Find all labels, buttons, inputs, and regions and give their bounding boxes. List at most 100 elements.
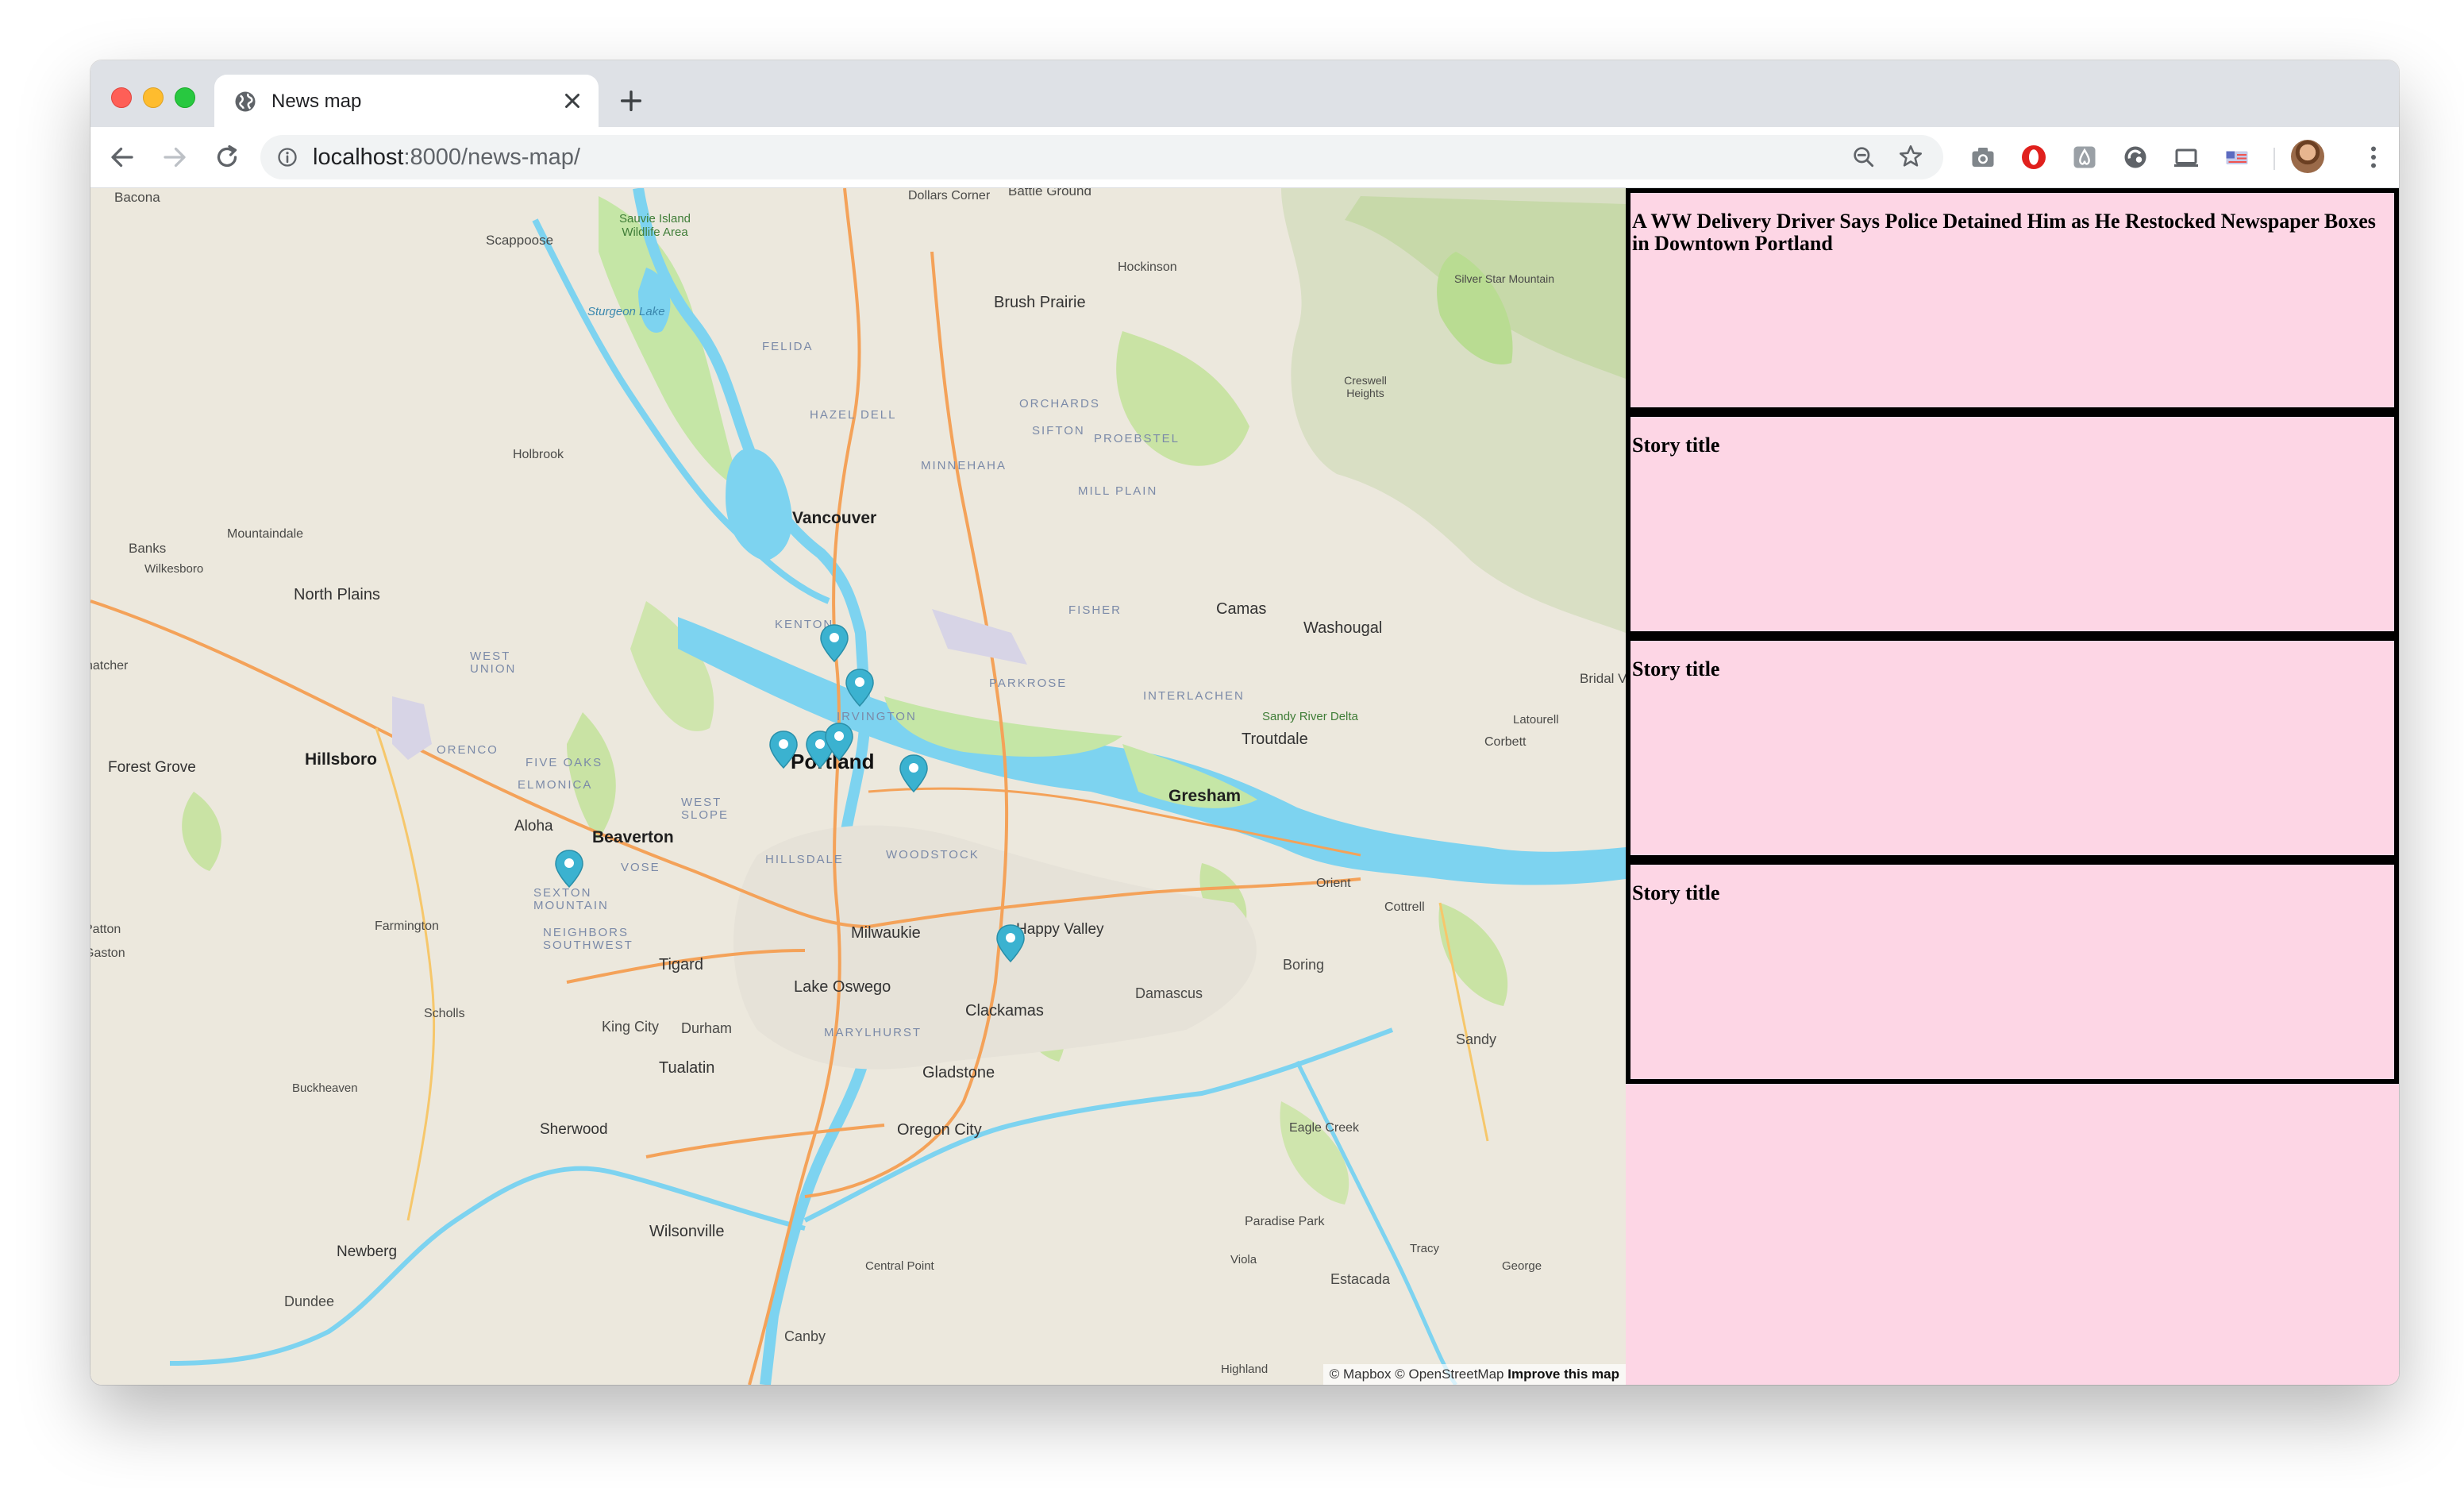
airbnb-extension-icon[interactable] (2070, 143, 2099, 172)
story-marker[interactable] (824, 722, 854, 763)
map-label-west-union: WEST UNION (470, 650, 517, 676)
map-label-sturgeon-lake: Sturgeon Lake (587, 305, 665, 318)
story-card[interactable]: Story title (1626, 412, 2399, 636)
map-label-wilsonville: Wilsonville (649, 1223, 725, 1240)
map-label-boring: Boring (1283, 957, 1325, 973)
opera-extension-icon[interactable] (2019, 143, 2048, 172)
map-label-newberg: Newberg (337, 1243, 398, 1260)
sync-extension-icon[interactable] (2121, 143, 2150, 172)
map-label-washougal: Washougal (1303, 619, 1383, 637)
map-label-troutdale: Troutdale (1242, 731, 1308, 748)
minimize-window-button[interactable] (143, 87, 164, 108)
map-label-orchards: ORCHARDS (1019, 397, 1100, 411)
reload-icon[interactable] (213, 143, 241, 172)
info-icon[interactable] (276, 146, 298, 168)
map-label-viola: Viola (1230, 1253, 1257, 1266)
back-arrow-icon[interactable] (108, 143, 137, 172)
map-label-minnehaha: MINNEHAHA (921, 459, 1007, 472)
map-label-sexton-mountain: SEXTON MOUNTAIN (533, 886, 609, 912)
map-label-bridal-veil: Bridal V (1580, 671, 1626, 686)
zoom-out-icon[interactable] (1851, 145, 1877, 170)
map-label-durham: Durham (681, 1020, 733, 1036)
map-label-scholls: Scholls (424, 1007, 465, 1020)
tab-news-map[interactable]: News map (214, 75, 599, 127)
close-window-button[interactable] (111, 87, 132, 108)
map-label-thatcher: hatcher (90, 659, 129, 673)
globe-icon (235, 91, 256, 112)
bookmark-star-icon[interactable] (1897, 143, 1924, 170)
mapbox-credit-link[interactable]: © Mapbox (1330, 1367, 1392, 1382)
map-label-hockinson: Hockinson (1118, 260, 1177, 274)
map-label-sherwood: Sherwood (540, 1121, 608, 1138)
more-menu-icon[interactable] (2359, 143, 2388, 172)
map-label-creswell-heights: Creswell Heights (1344, 374, 1387, 399)
toolbar-separator (2273, 148, 2275, 170)
map-label-battle-ground: Battle Ground (1008, 188, 1091, 199)
map-label-camas: Camas (1216, 600, 1267, 618)
map-label-gladstone: Gladstone (922, 1064, 995, 1081)
story-card[interactable]: Story title (1626, 636, 2399, 860)
map-label-estacada: Estacada (1330, 1271, 1391, 1287)
news-map[interactable]: Bacona Dollars Corner Battle Ground Scap… (90, 188, 1626, 1385)
map-label-farmington: Farmington (375, 919, 439, 933)
map-label-vose: VOSE (621, 861, 660, 874)
map-base-layer (90, 188, 1626, 1385)
story-marker[interactable] (768, 730, 799, 771)
map-label-aloha: Aloha (514, 818, 553, 835)
camera-extension-icon[interactable] (1969, 143, 1997, 172)
profile-avatar[interactable] (2291, 140, 2324, 173)
map-label-tigard: Tigard (659, 956, 703, 973)
map-label-sandy-river-delta: Sandy River Delta (1262, 710, 1358, 723)
map-label-central-point: Central Point (865, 1259, 934, 1273)
improve-map-link[interactable]: Improve this map (1507, 1367, 1619, 1382)
address-bar[interactable]: localhost:8000/news-map/ (260, 135, 1943, 179)
map-label-vancouver: Vancouver (792, 509, 877, 527)
url-path: :8000/news-map/ (403, 145, 580, 170)
map-attribution: © Mapbox © OpenStreetMap Improve this ma… (1322, 1364, 1626, 1385)
map-label-canby: Canby (784, 1328, 826, 1344)
map-label-fisher: FISHER (1068, 603, 1122, 617)
map-label-north-plains: North Plains (294, 586, 380, 603)
story-marker[interactable] (554, 849, 584, 890)
map-label-king-city: King City (602, 1019, 660, 1035)
map-label-interlachen: INTERLACHEN (1143, 689, 1245, 703)
map-label-corbett: Corbett (1484, 735, 1527, 749)
map-label-gaston: Gaston (90, 946, 125, 960)
url-host: localhost (313, 145, 404, 170)
story-marker[interactable] (995, 923, 1026, 965)
map-label-hillsdale: HILLSDALE (765, 853, 844, 866)
story-title: Story title (1632, 434, 1720, 457)
story-marker[interactable] (845, 668, 875, 709)
map-label-paradise-park: Paradise Park (1245, 1215, 1325, 1228)
story-card[interactable]: A WW Delivery Driver Says Police Detaine… (1626, 188, 2399, 412)
close-tab-icon[interactable] (560, 89, 584, 113)
openstreetmap-credit-link[interactable]: © OpenStreetMap (1395, 1367, 1503, 1382)
map-label-highland: Highland (1221, 1363, 1269, 1376)
cast-extension-icon[interactable] (2172, 143, 2200, 172)
map-label-orient: Orient (1316, 877, 1351, 890)
map-label-hillsboro: Hillsboro (305, 750, 378, 769)
forward-arrow-icon[interactable] (160, 143, 189, 172)
map-label-hazel-dell: HAZEL DELL (810, 408, 897, 422)
map-label-mill-plain: MILL PLAIN (1078, 484, 1158, 498)
zoom-window-button[interactable] (175, 87, 195, 108)
map-label-five-oaks: FIVE OAKS (526, 756, 603, 769)
url-text[interactable]: localhost:8000/news-map/ (313, 145, 580, 170)
map-label-buckheaven: Buckheaven (292, 1081, 358, 1095)
story-card[interactable]: Story title (1626, 860, 2399, 1084)
map-label-clackamas: Clackamas (965, 1002, 1044, 1020)
browser-toolbar: localhost:8000/news-map/ (90, 127, 2399, 188)
map-label-george: George (1502, 1259, 1542, 1273)
map-label-dollars-corner: Dollars Corner (908, 189, 991, 202)
map-label-cottrell: Cottrell (1384, 900, 1425, 914)
flag-extension-icon[interactable] (2223, 143, 2251, 172)
story-marker[interactable] (819, 623, 849, 665)
map-label-silver-star: Silver Star Mountain (1454, 272, 1555, 285)
map-label-sandy: Sandy (1456, 1031, 1497, 1047)
map-label-beaverton: Beaverton (592, 828, 674, 846)
page-viewport: Bacona Dollars Corner Battle Ground Scap… (90, 188, 2399, 1385)
new-tab-plus-icon[interactable] (618, 87, 645, 114)
story-marker[interactable] (899, 754, 929, 795)
map-label-woodstock: WOODSTOCK (886, 848, 980, 862)
map-label-gresham: Gresham (1168, 787, 1242, 805)
